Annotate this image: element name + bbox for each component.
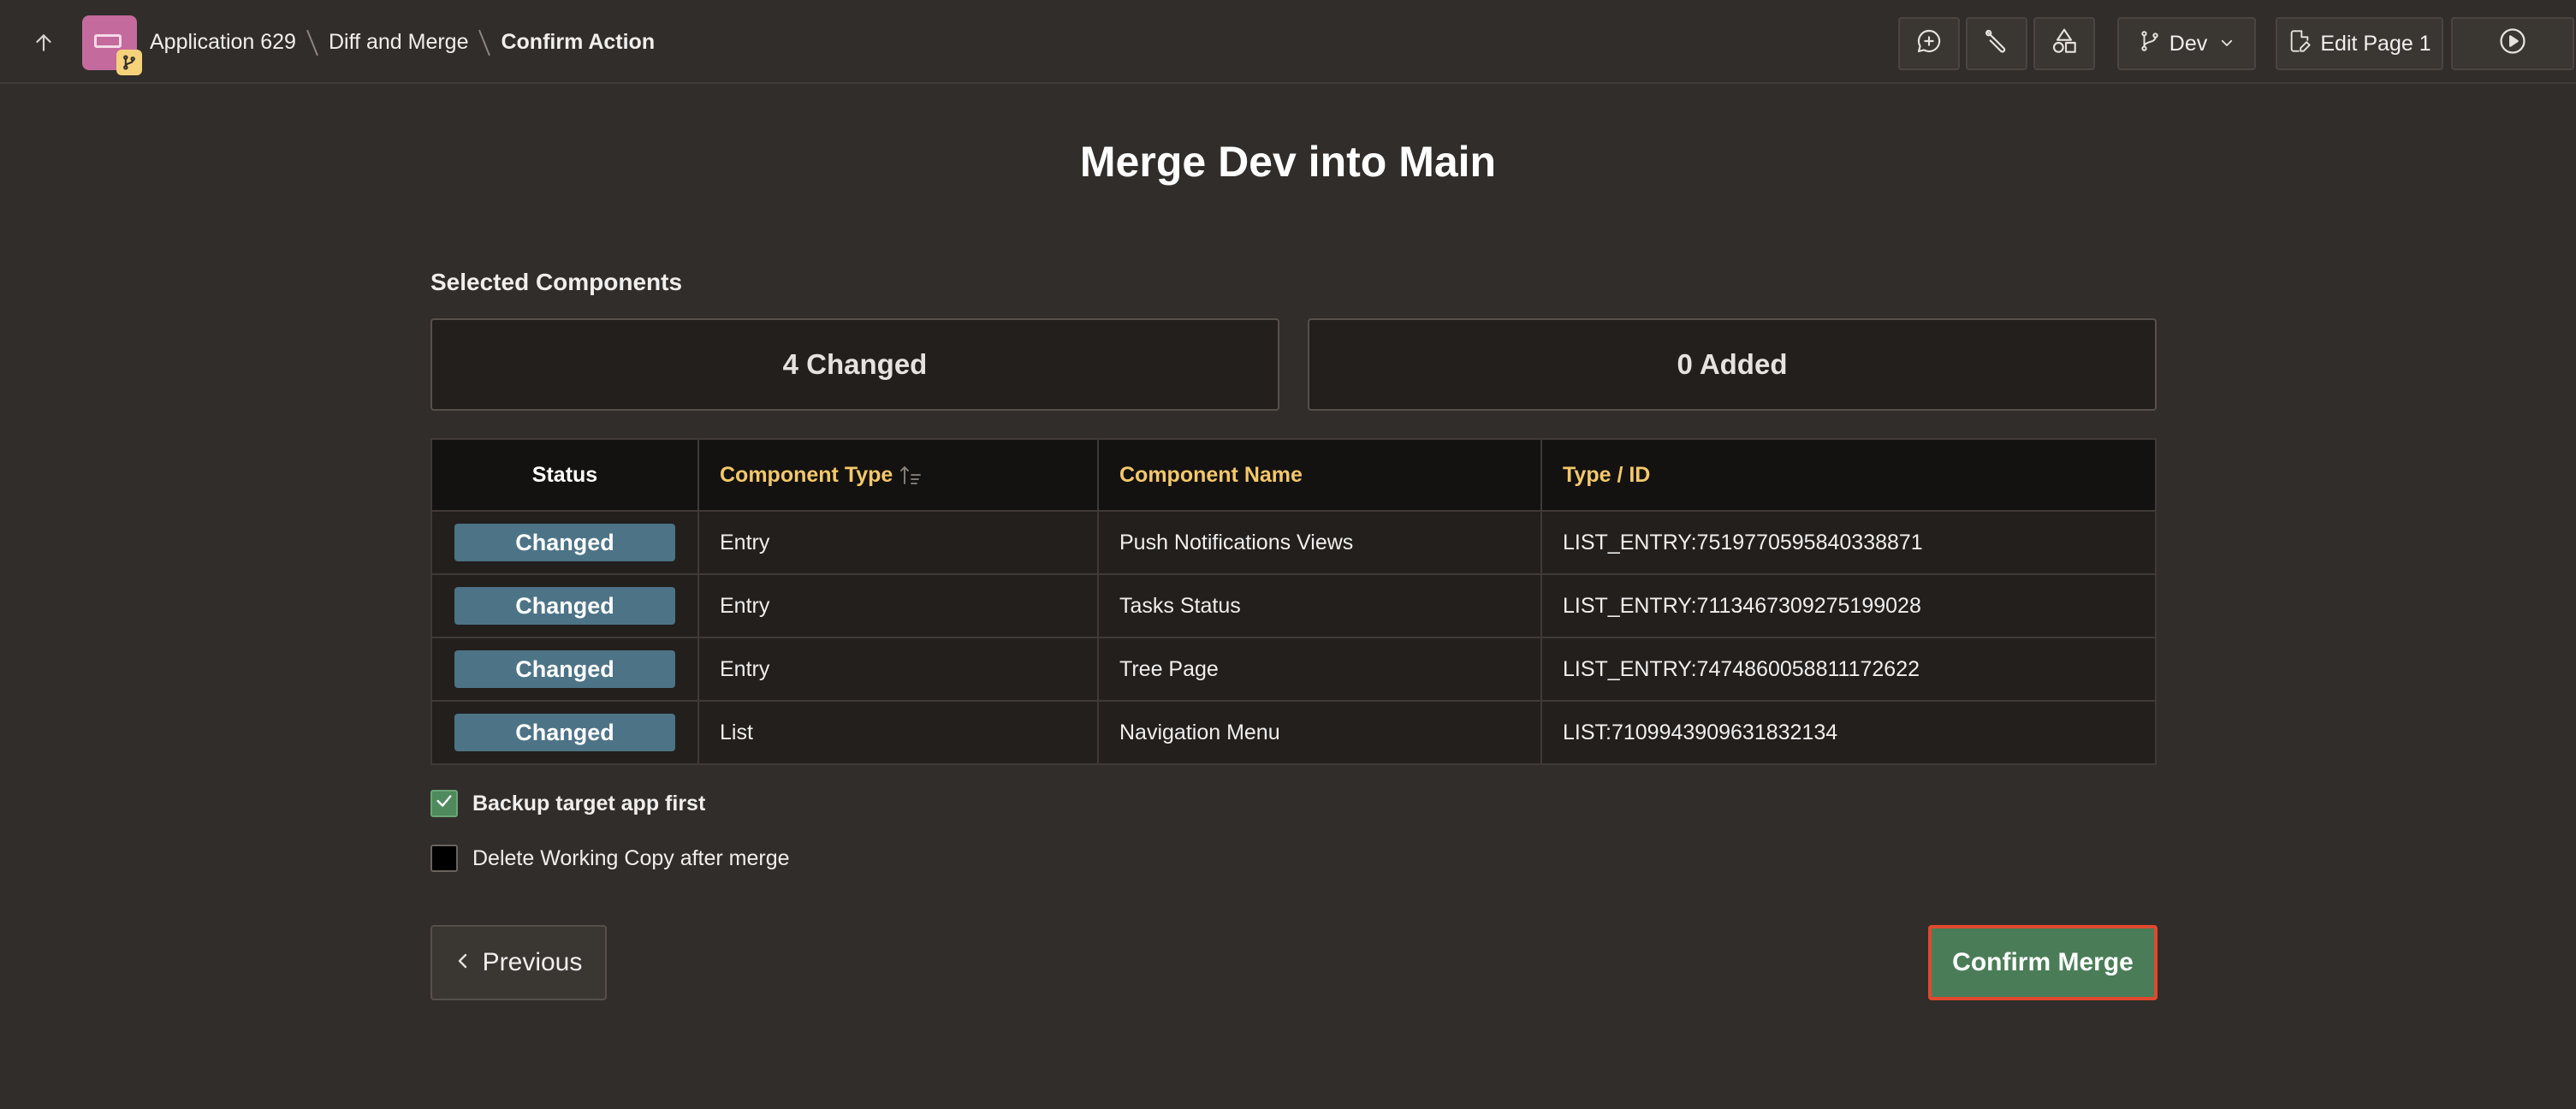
- breadcrumb: Application 629 Diff and Merge Confirm A…: [150, 0, 655, 84]
- component-name-cell: Push Notifications Views: [1097, 512, 1540, 573]
- table-row: Changed Entry Tree Page LIST_ENTRY:74748…: [432, 637, 2155, 700]
- type-id-cell: LIST_ENTRY:7519770595840338871: [1540, 512, 2155, 573]
- type-id-cell: LIST:7109943909631832134: [1540, 702, 2155, 763]
- column-header-type-id[interactable]: Type / ID: [1540, 440, 2155, 510]
- status-cell: Changed: [432, 702, 697, 763]
- git-branch-icon: [2139, 30, 2161, 58]
- column-header-component-name[interactable]: Component Name: [1097, 440, 1540, 510]
- type-id-cell: LIST_ENTRY:7113467309275199028: [1540, 575, 2155, 637]
- developer-toolbar-button[interactable]: [1966, 17, 2027, 70]
- component-name-cell: Tree Page: [1097, 638, 1540, 700]
- sort-ascending-icon: [899, 465, 922, 485]
- app-icon[interactable]: [82, 15, 142, 75]
- component-type-cell: Entry: [697, 638, 1097, 700]
- comment-add-icon: [1915, 27, 1943, 61]
- page-title: Merge Dev into Main: [1079, 138, 1497, 186]
- run-page-button[interactable]: [2451, 17, 2574, 70]
- branch-select[interactable]: Dev: [2117, 17, 2256, 70]
- play-icon: [2498, 27, 2527, 62]
- arrow-up-icon[interactable]: [22, 21, 65, 64]
- added-count-card: 0 Added: [1308, 318, 2157, 411]
- confirm-merge-button[interactable]: Confirm Merge: [1928, 925, 2158, 1000]
- status-badge: Changed: [454, 524, 675, 561]
- delete-working-copy-option[interactable]: Delete Working Copy after merge: [430, 845, 790, 872]
- comment-add-button[interactable]: [1898, 17, 1960, 70]
- component-name-cell: Navigation Menu: [1097, 702, 1540, 763]
- column-header-status: Status: [531, 462, 598, 487]
- table-header-row: Status Component Type Component Name Typ…: [432, 440, 2155, 510]
- status-badge: Changed: [454, 650, 675, 688]
- backup-target-checkbox[interactable]: [430, 790, 458, 817]
- edit-page-button[interactable]: Edit Page 1: [2276, 17, 2443, 70]
- app-header: Application 629 Diff and Merge Confirm A…: [0, 0, 2576, 84]
- breadcrumb-current: Confirm Action: [501, 29, 656, 54]
- previous-button[interactable]: Previous: [430, 925, 607, 1000]
- breadcrumb-separator: [306, 27, 318, 56]
- components-table: Status Component Type Component Name Typ…: [430, 438, 2157, 765]
- component-type-cell: Entry: [697, 575, 1097, 637]
- component-type-cell: List: [697, 702, 1097, 763]
- table-row: Changed Entry Tasks Status LIST_ENTRY:71…: [432, 573, 2155, 637]
- chevron-left-icon: [455, 948, 471, 977]
- branch-label: Dev: [2169, 31, 2208, 56]
- shapes-icon: [2051, 27, 2078, 61]
- backup-target-option[interactable]: Backup target app first: [430, 790, 705, 817]
- changed-count-card: 4 Changed: [430, 318, 1279, 411]
- status-badge: Changed: [454, 714, 675, 751]
- edit-page-label: Edit Page 1: [2320, 31, 2431, 56]
- status-cell: Changed: [432, 575, 697, 637]
- column-header-component-type-label: Component Type: [720, 462, 893, 487]
- component-type-cell: Entry: [697, 512, 1097, 573]
- chevron-down-icon: [2219, 32, 2235, 56]
- edit-page-icon: [2288, 29, 2312, 59]
- table-row: Changed List Navigation Menu LIST:710994…: [432, 700, 2155, 763]
- section-label: Selected Components: [430, 269, 683, 295]
- delete-working-copy-label: Delete Working Copy after merge: [472, 845, 790, 870]
- previous-label: Previous: [482, 948, 583, 976]
- status-badge: Changed: [454, 587, 675, 625]
- backup-target-label: Backup target app first: [472, 791, 706, 815]
- check-icon: [435, 792, 454, 816]
- status-cell: Changed: [432, 638, 697, 700]
- component-name-cell: Tasks Status: [1097, 575, 1540, 637]
- delete-working-copy-checkbox[interactable]: [430, 845, 458, 872]
- column-header-component-type[interactable]: Component Type: [697, 440, 1097, 510]
- table-row: Changed Entry Push Notifications Views L…: [432, 510, 2155, 573]
- type-id-cell: LIST_ENTRY:7474860058811172622: [1540, 638, 2155, 700]
- status-cell: Changed: [432, 512, 697, 573]
- shared-components-button[interactable]: [2033, 17, 2095, 70]
- wrench-icon: [1983, 27, 2010, 61]
- breadcrumb-diff-and-merge[interactable]: Diff and Merge: [329, 30, 469, 55]
- breadcrumb-separator: [478, 27, 490, 56]
- breadcrumb-app[interactable]: Application 629: [150, 30, 296, 55]
- git-branch-icon: [116, 50, 142, 75]
